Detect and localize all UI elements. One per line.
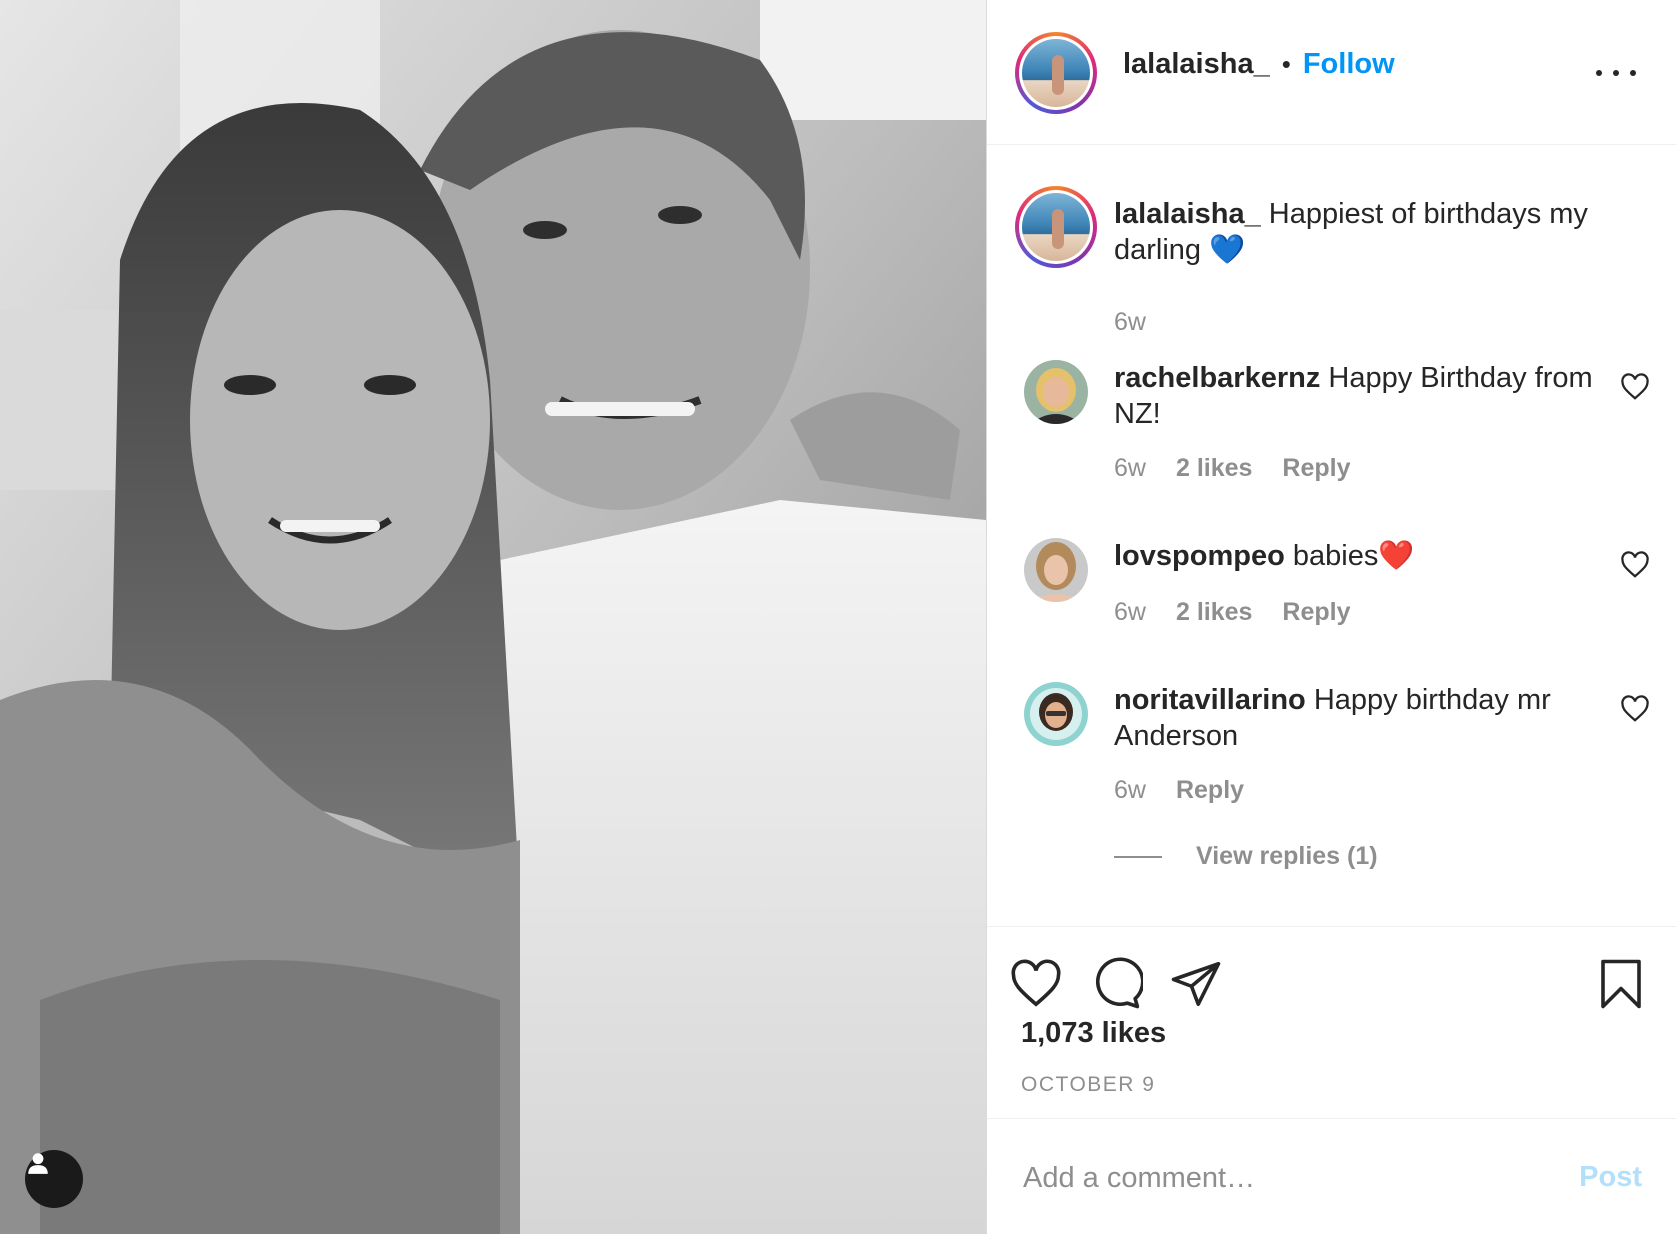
post-date[interactable]: OCTOBER 9: [1021, 1073, 1155, 1097]
post-side-panel: lalalaisha_ • Follow lalalaisha_ Happies…: [986, 0, 1676, 1234]
comment-username[interactable]: noritavillarino: [1114, 684, 1306, 716]
share-icon[interactable]: [1169, 957, 1223, 1011]
instagram-post: lalalaisha_ • Follow lalalaisha_ Happies…: [0, 0, 1676, 1234]
reply-button[interactable]: Reply: [1282, 454, 1350, 483]
comment-username[interactable]: rachelbarkernz: [1114, 362, 1320, 394]
caption-time[interactable]: 6w: [1114, 308, 1146, 337]
comment-like-heart-icon[interactable]: [1620, 550, 1650, 580]
header-user-row: lalalaisha_ • Follow: [1123, 48, 1395, 81]
comment-like-heart-icon[interactable]: [1620, 372, 1650, 402]
view-replies-label: View replies (1): [1196, 842, 1378, 870]
comment-text-block: rachelbarkernz Happy Birthday from NZ!: [1114, 360, 1594, 432]
person-icon: [28, 1153, 48, 1174]
comment-avatar[interactable]: [1024, 538, 1088, 602]
caption-meta: 6w: [1114, 308, 1146, 337]
heart-icon[interactable]: [1009, 957, 1063, 1011]
caption-username[interactable]: lalalaisha_: [1114, 198, 1261, 230]
view-replies-button[interactable]: View replies (1): [1114, 842, 1378, 871]
reply-button[interactable]: Reply: [1282, 598, 1350, 627]
replies-line: [1114, 855, 1162, 858]
comment-composer: Post: [987, 1118, 1676, 1234]
comment-avatar[interactable]: [1024, 360, 1088, 424]
post-actions: 1,073 likes OCTOBER 9: [987, 926, 1676, 1118]
post-comment-button[interactable]: Post: [1579, 1161, 1642, 1194]
comment-meta: 6w 2 likes Reply: [1114, 454, 1351, 483]
post-photo[interactable]: [0, 0, 986, 1234]
likes-count[interactable]: 1,073 likes: [1021, 1017, 1166, 1050]
comment-meta: 6w 2 likes Reply: [1114, 598, 1351, 627]
comment-time[interactable]: 6w: [1114, 454, 1146, 483]
comment-likes[interactable]: 2 likes: [1176, 454, 1252, 483]
photo-illustration: [0, 0, 986, 1234]
reply-button[interactable]: Reply: [1176, 776, 1244, 805]
bookmark-icon[interactable]: [1594, 957, 1648, 1011]
more-options-icon[interactable]: [1596, 58, 1636, 88]
author-username[interactable]: lalalaisha_: [1123, 48, 1270, 81]
comment-time[interactable]: 6w: [1114, 776, 1146, 805]
comment-likes[interactable]: 2 likes: [1176, 598, 1252, 627]
comment-text-block: noritavillarino Happy birthday mr Anders…: [1114, 682, 1594, 754]
comment-meta: 6w Reply: [1114, 776, 1244, 805]
tagged-people-button[interactable]: [25, 1150, 83, 1208]
comment-text: babies❤️: [1292, 540, 1415, 572]
separator-dot: •: [1281, 49, 1291, 79]
comment-time[interactable]: 6w: [1114, 598, 1146, 627]
comment-text-block: lovspompeo babies❤️: [1114, 538, 1594, 574]
follow-button[interactable]: Follow: [1303, 48, 1395, 81]
caption-text-block: lalalaisha_ Happiest of birthdays my dar…: [1114, 196, 1594, 268]
author-avatar[interactable]: [1015, 32, 1097, 114]
comment-input[interactable]: [1021, 1149, 1545, 1207]
comment-username[interactable]: lovspompeo: [1114, 540, 1285, 572]
post-header: lalalaisha_ • Follow: [987, 0, 1676, 145]
comment-icon[interactable]: [1089, 957, 1143, 1011]
caption-avatar[interactable]: [1015, 186, 1097, 268]
comment-avatar[interactable]: [1024, 682, 1088, 746]
comment-like-heart-icon[interactable]: [1620, 694, 1650, 724]
comments-list: lalalaisha_ Happiest of birthdays my dar…: [987, 146, 1676, 926]
